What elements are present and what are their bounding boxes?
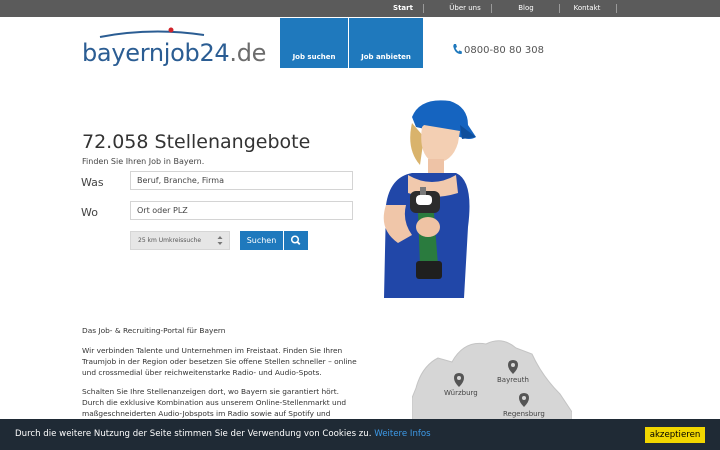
topnav-contact-link[interactable]: Kontakt	[570, 0, 604, 17]
cookie-accept-button[interactable]: akzeptieren	[645, 427, 705, 443]
wo-label: Wo	[81, 206, 98, 219]
page-subtitle: Finden Sie Ihren Job in Bayern.	[82, 157, 205, 166]
map-pin-icon	[508, 360, 518, 374]
site-logo[interactable]: bayernjob24.de	[82, 27, 266, 71]
logo-swoosh-icon	[99, 27, 205, 38]
intro-heading: Das Job- & Recruiting-Portal für Bayern	[82, 326, 226, 335]
cookie-banner: Durch die weitere Nutzung der Seite stim…	[0, 419, 720, 450]
intro-paragraph-2: Schalten Sie Ihre Stellenanzeigen dort, …	[82, 387, 347, 418]
topnav-about-link[interactable]: Über uns	[448, 0, 482, 17]
radius-select[interactable]: 25 km Umkreissuche	[130, 231, 230, 250]
select-caret-icon	[217, 236, 223, 245]
top-navigation: Start Über uns Blog Kontakt	[0, 0, 720, 17]
was-input[interactable]: Beruf, Branche, Firma	[130, 171, 353, 190]
was-label: Was	[81, 176, 104, 189]
bavaria-map	[412, 340, 572, 426]
cookie-message: Durch die weitere Nutzung der Seite stim…	[15, 429, 431, 439]
topnav-divider	[491, 4, 492, 13]
intro-paragraph-1: Wir verbinden Talente und Unternehmen im…	[82, 346, 357, 377]
map-city-label[interactable]: Bayreuth	[497, 376, 529, 384]
phone-icon	[453, 44, 462, 55]
tab-job-anbieten[interactable]: Job anbieten	[349, 18, 423, 68]
radius-select-value: 25 km Umkreissuche	[138, 237, 202, 244]
worker-with-drill-image	[383, 100, 476, 298]
topnav-divider	[616, 4, 617, 13]
topnav-start-link[interactable]: Start	[388, 0, 418, 17]
topnav-divider	[559, 4, 560, 13]
form-shadow-divider	[100, 280, 320, 287]
phone-number[interactable]: 0800-80 80 308	[452, 43, 544, 56]
topnav-blog-link[interactable]: Blog	[512, 0, 540, 17]
page-title: 72.058 Stellenangebote	[82, 131, 311, 153]
logo-wordmark: bayernjob24.de	[82, 39, 267, 67]
cookie-more-info-link[interactable]: Weitere Infos	[374, 429, 430, 439]
topnav-divider	[423, 4, 424, 13]
phone-text: 0800-80 80 308	[464, 45, 544, 56]
search-icon	[290, 235, 301, 246]
map-pin-icon	[454, 373, 464, 387]
wo-input[interactable]: Ort oder PLZ	[130, 201, 353, 220]
map-pin-icon	[519, 393, 529, 407]
map-city-label[interactable]: Regensburg	[503, 410, 545, 418]
search-icon-button[interactable]	[284, 231, 308, 250]
search-button[interactable]: Suchen	[240, 231, 283, 250]
map-city-label[interactable]: Würzburg	[444, 389, 478, 397]
tab-job-suchen[interactable]: Job suchen	[280, 18, 348, 68]
